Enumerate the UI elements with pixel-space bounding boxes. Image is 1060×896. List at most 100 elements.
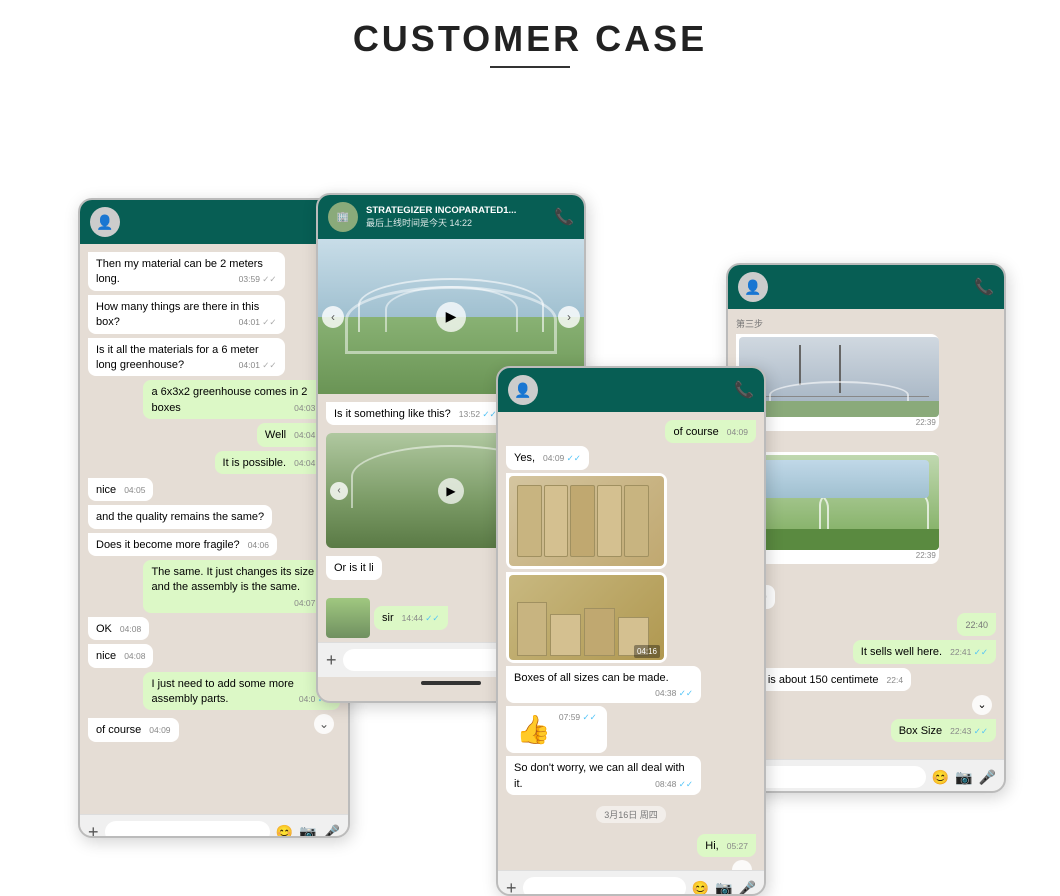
chat-window-3: 👤 📞 of course 04:09 Yes, 04:09 bbox=[496, 366, 766, 896]
avatar-4: 👤 bbox=[738, 272, 768, 302]
msg-row: of course 04:09 bbox=[506, 420, 756, 443]
plus-icon-3[interactable]: + bbox=[506, 878, 517, 896]
msg-time: 04:01 bbox=[239, 317, 277, 329]
msg-row: I just need to add some more assembly pa… bbox=[88, 672, 340, 711]
bubble: Is it all the materials for a 6 meter lo… bbox=[88, 338, 285, 377]
bubble: OK 04:08 bbox=[88, 617, 149, 640]
plus-icon-2[interactable]: + bbox=[326, 650, 337, 671]
call-icon-3[interactable]: 📞 bbox=[734, 380, 754, 400]
prev-arrow-2[interactable]: ‹ bbox=[330, 482, 348, 500]
bubble: 22:40 bbox=[957, 613, 996, 636]
bubble: 👍 07:59 bbox=[506, 706, 607, 753]
msg-row: Does it become more fragile? 04:06 bbox=[88, 533, 340, 556]
bubble: 04:16 bbox=[506, 572, 667, 663]
bubble bbox=[506, 473, 667, 569]
mic-icon-4[interactable]: 🎤 bbox=[979, 769, 996, 786]
msg-time: 22:43 bbox=[950, 726, 988, 738]
msg-row: a 6x3x2 greenhouse comes in 2 boxes 04:0… bbox=[88, 380, 340, 419]
mic-icon[interactable]: 🎤 bbox=[323, 824, 340, 839]
chat-header-1: 👤 📞 bbox=[80, 200, 348, 244]
chat-body-3: of course 04:09 Yes, 04:09 bbox=[498, 412, 764, 870]
header-info-2: STRATEGIZER INCOPARATED1... 最后上线时间是今天 14… bbox=[366, 205, 546, 229]
chat-header-2: 🏢 STRATEGIZER INCOPARATED1... 最后上线时间是今天 … bbox=[318, 195, 584, 239]
bubble: of course 04:09 bbox=[88, 718, 179, 741]
msg-time: 08:48 bbox=[655, 779, 693, 791]
emoji-icon[interactable]: 😊 bbox=[276, 824, 293, 839]
msg-time: 04:09 bbox=[727, 427, 748, 439]
contact-sub-2: 最后上线时间是今天 14:22 bbox=[366, 216, 546, 229]
bubble: Hi, 05:27 bbox=[697, 834, 756, 857]
emoji-icon-4[interactable]: 😊 bbox=[932, 769, 949, 786]
camera-icon-4[interactable]: 📷 bbox=[955, 769, 972, 786]
chat-footer-1: + 😊 📷 🎤 bbox=[80, 814, 348, 838]
date-divider: 3月16日 周四 bbox=[596, 806, 666, 823]
msg-row: 22:39 bbox=[736, 452, 996, 564]
contact-name-2: STRATEGIZER INCOPARATED1... bbox=[366, 205, 546, 216]
bubble: Boxes of all sizes can be made. 04:38 bbox=[506, 666, 701, 703]
bubble: a 6x3x2 greenhouse comes in 2 boxes 04:0… bbox=[143, 380, 340, 419]
bubble: Is it something like this? 13:52 bbox=[326, 402, 505, 425]
plus-icon[interactable]: + bbox=[88, 822, 99, 839]
page-title: CUSTOMER CASE bbox=[0, 0, 1060, 78]
emoji-icon-3[interactable]: 😊 bbox=[692, 880, 709, 896]
chat-body-1: Then my material can be 2 meters long. 0… bbox=[80, 244, 348, 814]
msg-time: 13:52 bbox=[459, 409, 497, 421]
msg-time: 14:44 bbox=[402, 613, 440, 625]
chat-body-4: 第三步 22:39 第五步 bbox=[728, 309, 1004, 759]
msg-time: 03:59 bbox=[239, 274, 277, 286]
avatar-1: 👤 bbox=[90, 207, 120, 237]
bubble: 22:39 bbox=[736, 334, 939, 431]
prev-arrow[interactable]: ‹ bbox=[322, 306, 344, 328]
msg-row: 04:16 bbox=[506, 572, 756, 663]
msg-row: So don't worry, we can all deal with it.… bbox=[506, 756, 756, 795]
msg-time: 04:09 bbox=[149, 725, 170, 737]
msg-row: Well 04:04 bbox=[88, 423, 340, 446]
chat-footer-4: + 😊 📷 🎤 bbox=[728, 759, 1004, 793]
msg-time: 22:4 bbox=[887, 675, 904, 687]
bubble: nice 04:08 bbox=[88, 644, 153, 667]
avatar-2: 🏢 bbox=[328, 202, 358, 232]
chat-window-4: 👤 📞 第三步 22:39 bbox=[726, 263, 1006, 793]
bubble: I just need to add some more assembly pa… bbox=[143, 672, 340, 711]
camera-icon-3[interactable]: 📷 bbox=[715, 880, 732, 896]
time-40b: 22:40 bbox=[965, 620, 988, 630]
call-icon-2[interactable]: 📞 bbox=[554, 207, 574, 227]
chat-input-4[interactable] bbox=[753, 766, 926, 788]
msg-row: 22:39 bbox=[736, 334, 996, 431]
next-arrow[interactable]: › bbox=[558, 306, 580, 328]
msg-row: of course 04:09 bbox=[88, 718, 340, 741]
bubble: nice 04:05 bbox=[88, 478, 153, 501]
bubble: Yes, 04:09 bbox=[506, 446, 589, 469]
scroll-down-button-4[interactable]: ⌄ bbox=[972, 695, 992, 715]
chat-input-3[interactable] bbox=[523, 877, 686, 896]
chat-header-3: 👤 📞 bbox=[498, 368, 764, 412]
bubble: and the quality remains the same? bbox=[88, 505, 272, 528]
msg-row: 22:40 bbox=[736, 613, 996, 636]
msg-time: 04:09 bbox=[543, 453, 581, 465]
avatar-3: 👤 bbox=[508, 375, 538, 405]
bottom-bar-2 bbox=[421, 681, 481, 685]
msg-row bbox=[506, 473, 756, 569]
bubble: Then my material can be 2 meters long. 0… bbox=[88, 252, 285, 291]
msg-row: Box Size 22:43 bbox=[736, 719, 996, 742]
bubble: Or is it li bbox=[326, 556, 382, 579]
step5-time: 22:39 bbox=[739, 550, 936, 561]
msg-row: 22:40 bbox=[736, 585, 996, 608]
chat-footer-3: + 😊 📷 🎤 bbox=[498, 870, 764, 896]
bubble: 22:39 bbox=[736, 452, 939, 564]
bubble: of course 04:09 bbox=[665, 420, 756, 443]
step-label-3: 第三步 bbox=[736, 317, 996, 330]
mic-icon-3[interactable]: 🎤 bbox=[739, 880, 756, 896]
msg-row: and the quality remains the same? bbox=[88, 505, 340, 528]
call-icon-4[interactable]: 📞 bbox=[974, 277, 994, 297]
boxes-time: 04:16 bbox=[634, 645, 660, 658]
msg-time: 07:59 bbox=[559, 712, 597, 724]
chat-input-2[interactable] bbox=[343, 649, 506, 671]
msg-time: 05:27 bbox=[727, 841, 748, 853]
msg-time: 04:08 bbox=[124, 651, 145, 663]
scroll-down-button-3[interactable]: ⌄ bbox=[732, 860, 752, 870]
bubble: So don't worry, we can all deal with it.… bbox=[506, 756, 701, 795]
msg-row: How many things are there in this box? 0… bbox=[88, 295, 340, 334]
chat-input-1[interactable] bbox=[105, 821, 270, 838]
camera-icon[interactable]: 📷 bbox=[299, 824, 316, 839]
